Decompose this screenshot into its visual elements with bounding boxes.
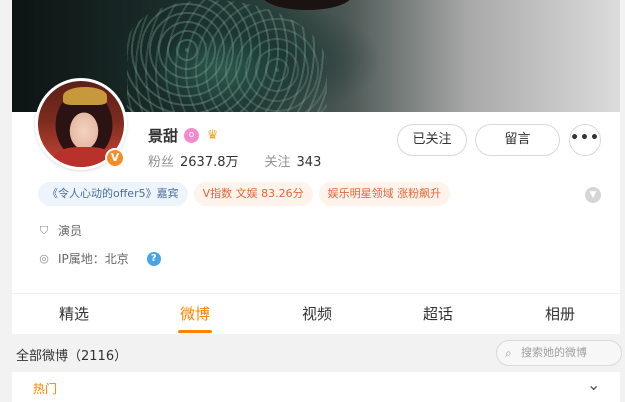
more-button[interactable]: ••• xyxy=(569,124,601,156)
following-label[interactable]: 关注 xyxy=(265,151,291,170)
cover-pattern xyxy=(127,0,327,112)
tag-rank[interactable]: 娱乐明星领域 涨粉飙升 xyxy=(318,182,451,206)
avatar-headdress xyxy=(63,87,107,105)
hot-filter-label: 热门 xyxy=(33,382,58,396)
name-row: 景甜 o ♛ xyxy=(148,125,220,146)
tag-list: 《令人心动的offer5》嘉宾 V指数 文娱 83.26分 娱乐明星领域 涨粉飙… xyxy=(38,182,451,206)
active-tab-indicator xyxy=(178,330,212,333)
occupation-text: 演员 xyxy=(58,224,83,238)
tag-show[interactable]: 《令人心动的offer5》嘉宾 xyxy=(38,182,188,206)
search-icon: ⌕ xyxy=(505,346,512,360)
badge-icon: ⛉ xyxy=(39,223,49,237)
level-icon[interactable]: o xyxy=(184,128,200,143)
followers-count[interactable]: 2637.8万 xyxy=(180,151,239,170)
following-count[interactable]: 343 xyxy=(297,155,322,170)
profile-tabs: 精选 微博 视频 超话 相册 xyxy=(12,293,620,334)
tab-video[interactable]: 视频 xyxy=(282,294,352,335)
crown-icon[interactable]: ♛ xyxy=(205,128,220,143)
message-button[interactable]: 留言 xyxy=(475,124,560,156)
tab-super-topic[interactable]: 超话 xyxy=(403,294,473,335)
tab-featured[interactable]: 精选 xyxy=(39,294,109,335)
ip-location-row: ◎ IP属地：北京 ? xyxy=(38,250,161,267)
followed-button[interactable]: 已关注 xyxy=(397,124,467,156)
occupation-row: ⛉ 演员 xyxy=(38,222,82,239)
feed-title: 全部微博（2116） xyxy=(16,349,128,364)
ip-location-text: IP属地：北京 xyxy=(58,252,129,266)
chevron-down-icon[interactable]: ▼ xyxy=(585,187,601,203)
search-input[interactable]: ⌕ 搜索她的微博 xyxy=(496,340,622,366)
chevron-down-icon[interactable]: ⌄ xyxy=(587,375,600,394)
feed-header: 全部微博（2116） ⌕ 搜索她的微博 xyxy=(12,334,622,372)
location-icon: ◎ xyxy=(39,251,49,265)
followers-label[interactable]: 粉丝 xyxy=(148,151,174,170)
hot-filter-bar[interactable]: 热门 ⌄ xyxy=(12,372,620,402)
user-name[interactable]: 景甜 xyxy=(148,125,178,146)
verified-icon: V xyxy=(105,148,125,168)
search-placeholder: 搜索她的微博 xyxy=(521,346,587,359)
stats-row: 粉丝 2637.8万 关注 343 xyxy=(148,151,321,170)
cover-detail xyxy=(262,0,352,10)
tab-album[interactable]: 相册 xyxy=(525,294,595,335)
help-icon[interactable]: ? xyxy=(146,251,161,266)
tab-weibo-label: 微博 xyxy=(179,305,210,323)
profile-page: V 景甜 o ♛ 粉丝 2637.8万 关注 343 已关注 留言 ••• 《令… xyxy=(0,0,625,402)
tag-v-index[interactable]: V指数 文娱 83.26分 xyxy=(193,182,313,206)
tab-weibo[interactable]: 微博 xyxy=(160,294,230,335)
